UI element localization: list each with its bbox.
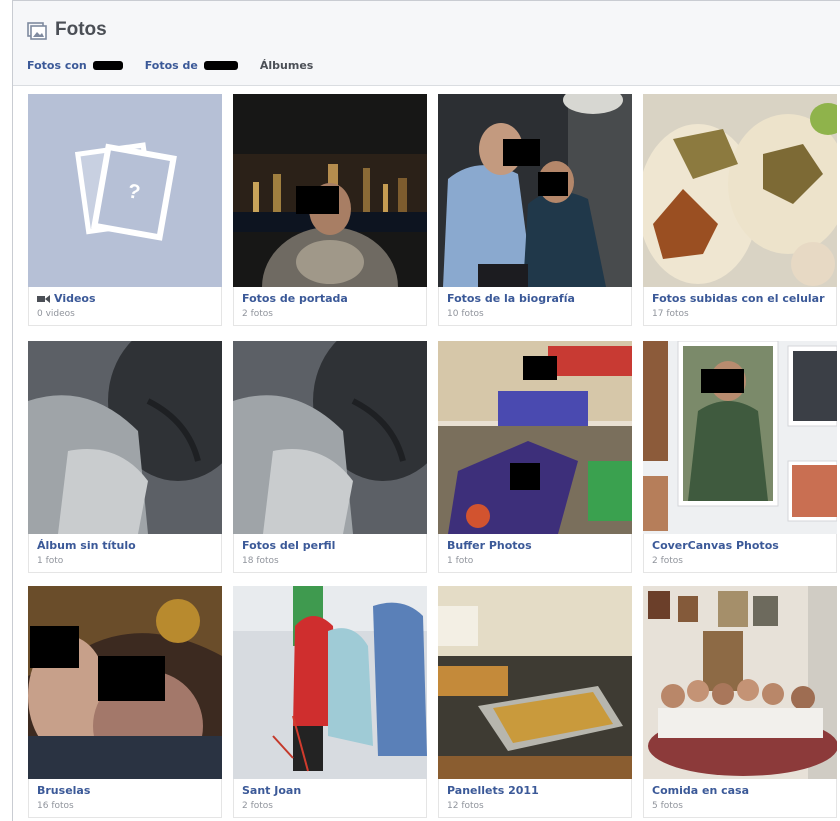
album-meta: Buffer Photos 1 foto	[438, 534, 632, 573]
album-count: 16 fotos	[37, 801, 74, 811]
photos-panel: Fotos Fotos con Fotos de Álbumes ? Video…	[12, 0, 840, 821]
album-meta: Álbum sin título 1 foto	[28, 534, 222, 573]
album-meta: Fotos de la biografía 10 fotos	[438, 287, 632, 326]
album-thumbnail[interactable]	[438, 341, 632, 534]
album-title[interactable]: Buffer Photos	[447, 539, 631, 552]
album-title[interactable]: CoverCanvas Photos	[652, 539, 836, 552]
album-title[interactable]: Sant Joan	[242, 784, 426, 797]
album-meta: Comida en casa 5 fotos	[643, 779, 837, 818]
title-row: Fotos	[27, 17, 107, 43]
photos-tabs: Fotos con Fotos de Álbumes	[27, 59, 335, 72]
album-thumbnail[interactable]	[233, 94, 427, 287]
album-card-timeline-photos[interactable]: Fotos de la biografía 10 fotos	[438, 94, 632, 326]
album-meta: Fotos de portada 2 fotos	[233, 287, 427, 326]
album-title[interactable]: Álbum sin título	[37, 539, 221, 552]
album-thumbnail[interactable]	[643, 94, 837, 287]
album-title[interactable]: Fotos del perfil	[242, 539, 426, 552]
album-card-buffer-photos[interactable]: Buffer Photos 1 foto	[438, 341, 632, 573]
album-meta: Fotos subidas con el celular 17 fotos	[643, 287, 837, 326]
album-card-panellets-2011[interactable]: Panellets 2011 12 fotos	[438, 586, 632, 818]
album-card-covercanvas-photos[interactable]: CoverCanvas Photos 2 fotos	[643, 341, 837, 573]
album-thumbnail[interactable]	[438, 94, 632, 287]
album-count: 2 fotos	[652, 556, 683, 566]
album-count: 2 fotos	[242, 801, 273, 811]
tab-photos-with-label: Fotos con	[27, 59, 87, 72]
album-thumbnail[interactable]	[233, 586, 427, 779]
photos-icon	[27, 20, 47, 40]
album-meta: Fotos del perfil 18 fotos	[233, 534, 427, 573]
album-meta: Bruselas 16 fotos	[28, 779, 222, 818]
album-count: 0 videos	[37, 309, 75, 319]
tab-photos-of[interactable]: Fotos de	[145, 59, 238, 72]
album-meta: Panellets 2011 12 fotos	[438, 779, 632, 818]
album-title[interactable]: Panellets 2011	[447, 784, 631, 797]
redacted-name	[92, 61, 123, 70]
album-meta: Sant Joan 2 fotos	[233, 779, 427, 818]
album-thumbnail[interactable]	[28, 341, 222, 534]
album-thumbnail[interactable]	[643, 586, 837, 779]
album-card-untitled[interactable]: Álbum sin título 1 foto	[28, 341, 222, 573]
album-count: 1 foto	[447, 556, 474, 566]
album-count: 10 fotos	[447, 309, 484, 319]
album-count: 12 fotos	[447, 801, 484, 811]
album-title[interactable]: Videos	[37, 292, 221, 305]
album-title[interactable]: Fotos de portada	[242, 292, 426, 305]
page-title: Fotos	[55, 19, 107, 40]
album-card-sant-joan[interactable]: Sant Joan 2 fotos	[233, 586, 427, 818]
album-card-comida-en-casa[interactable]: Comida en casa 5 fotos	[643, 586, 837, 818]
album-thumbnail[interactable]	[233, 341, 427, 534]
album-thumbnail[interactable]	[643, 341, 837, 534]
tab-photos-with[interactable]: Fotos con	[27, 59, 123, 72]
photos-header: Fotos Fotos con Fotos de Álbumes	[13, 1, 840, 86]
album-card-mobile-uploads[interactable]: Fotos subidas con el celular 17 fotos	[643, 94, 837, 326]
album-title[interactable]: Comida en casa	[652, 784, 836, 797]
album-count: 17 fotos	[652, 309, 689, 319]
album-meta: CoverCanvas Photos 2 fotos	[643, 534, 837, 573]
album-thumbnail[interactable]	[28, 586, 222, 779]
album-title-text: Videos	[54, 292, 96, 305]
album-title[interactable]: Fotos subidas con el celular	[652, 292, 836, 305]
album-card-cover-photos[interactable]: Fotos de portada 2 fotos	[233, 94, 427, 326]
tab-photos-of-label: Fotos de	[144, 59, 198, 72]
album-title[interactable]: Fotos de la biografía	[447, 292, 631, 305]
album-thumbnail[interactable]	[438, 586, 632, 779]
redacted-name	[203, 61, 238, 70]
album-count: 1 foto	[37, 556, 64, 566]
tab-albums-label: Álbumes	[259, 59, 314, 72]
tab-albums[interactable]: Álbumes	[260, 59, 313, 72]
album-card-bruselas[interactable]: Bruselas 16 fotos	[28, 586, 222, 818]
album-thumbnail[interactable]: ?	[28, 94, 222, 287]
album-meta: Videos 0 videos	[28, 287, 222, 326]
album-count: 2 fotos	[242, 309, 273, 319]
album-title[interactable]: Bruselas	[37, 784, 221, 797]
video-icon	[37, 294, 50, 304]
album-count: 5 fotos	[652, 801, 683, 811]
album-card-profile-photos[interactable]: Fotos del perfil 18 fotos	[233, 341, 427, 573]
album-card-videos[interactable]: ? Videos 0 videos	[28, 94, 222, 326]
album-count: 18 fotos	[242, 556, 279, 566]
